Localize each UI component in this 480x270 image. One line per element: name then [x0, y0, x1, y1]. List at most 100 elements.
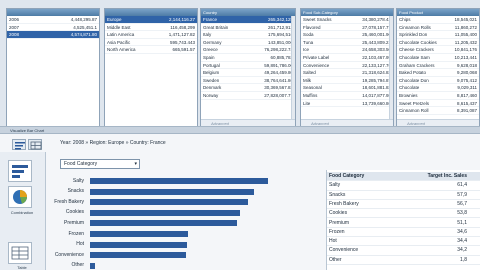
year-row[interactable]: 2006 4,448,295.87	[7, 16, 99, 24]
year-row-selected[interactable]: 2008 4,574,871.80	[7, 31, 99, 39]
bar-chart-viz-button[interactable]	[8, 160, 32, 182]
subcategory-slicer-header: Food Sub-Category	[301, 9, 393, 16]
table-icon	[11, 246, 29, 260]
country-row[interactable]: Italy 175,694,516	[201, 31, 295, 39]
country-row[interactable]: Norway 27,828,007.77	[201, 92, 295, 100]
country-row[interactable]: Denmark 30,369,567.82	[201, 84, 295, 92]
grid-icon	[30, 141, 42, 150]
region-row[interactable]: Asia Pacific 595,743.443	[105, 39, 197, 47]
product-row[interactable]: Cinnamon Rolls 11,860,272	[397, 24, 479, 32]
horizontal-bar-icon	[12, 165, 28, 178]
product-row[interactable]: Cheese Crackers 10,841,176	[397, 46, 479, 54]
category-dropdown-value: Food Category	[64, 161, 98, 167]
product-row[interactable]: Cinnamon Roll 8,391,087	[397, 107, 479, 115]
product-row[interactable]: Graham Crackers 9,628,018	[397, 62, 479, 70]
product-row[interactable]: Baked Potato 9,280,068	[397, 69, 479, 77]
subcategory-row[interactable]: Milk 19,285,794.87	[301, 77, 393, 85]
subcategory-row[interactable]: Muffins 14,017,877.98	[301, 92, 393, 100]
subcategory-row[interactable]: Convenience 22,133,127.76	[301, 62, 393, 70]
region-row[interactable]: North America 665,591.57	[105, 46, 197, 54]
table-view-toggle-button[interactable]	[28, 139, 42, 150]
table-row[interactable]: Hot 34,4	[327, 237, 480, 247]
country-row[interactable]: Sweden 38,764,641.86	[201, 77, 295, 85]
country-row[interactable]: Germany 143,851,006	[201, 39, 295, 47]
subcategory-row[interactable]: Tuna 25,443,809.21	[301, 39, 393, 47]
product-row[interactable]: Chocolate 9,029,311	[397, 84, 479, 92]
table-row[interactable]: Other 1,8	[327, 256, 480, 265]
subcategory-row[interactable]: Flavored 27,078,157.77	[301, 24, 393, 32]
subcategory-row[interactable]: Sweet Snacks 34,380,278.43	[301, 16, 393, 24]
country-row[interactable]: Belgium 49,264,459.80	[201, 69, 295, 77]
year-row[interactable]: 2007 4,525,451.1	[7, 24, 99, 32]
country-row[interactable]: Spain 60,885,782	[201, 54, 295, 62]
table-row[interactable]: Premium 51,1	[327, 219, 480, 228]
bar-label: Salty	[72, 177, 84, 184]
region-row[interactable]: Latin America 1,471,127.82	[105, 31, 197, 39]
bar-label: Hot	[76, 241, 84, 248]
product-row[interactable]: Chocolate Cookies 11,205,432	[397, 39, 479, 47]
table-cell-category: Premium	[329, 219, 350, 226]
country-row[interactable]: Great Britain 261,712,912	[201, 24, 295, 32]
product-row[interactable]: Chocolate Sam 10,213,441	[397, 54, 479, 62]
chart-view-toggle-button[interactable]	[12, 139, 26, 150]
country-row[interactable]: Greece 76,298,222.74	[201, 46, 295, 54]
product-slicer-panel: Food Product Chips 18,545,021 Cinnamon Ro…	[396, 8, 480, 128]
bar[interactable]	[90, 241, 187, 248]
bar[interactable]	[90, 262, 96, 269]
region-row-selected[interactable]: Europe 2,144,116.27	[105, 16, 197, 24]
table-cell-category: Other	[329, 256, 342, 263]
product-row[interactable]: Chips 18,545,021	[397, 16, 479, 24]
table-col-category[interactable]: Food Category	[327, 172, 413, 180]
table-cell-sales: 53,8	[457, 210, 467, 217]
combination-label: Combination	[10, 210, 34, 215]
bar[interactable]	[90, 209, 241, 216]
table-cell-category: Hot	[329, 238, 337, 245]
table-cell-category: Frozen	[329, 228, 345, 235]
country-row[interactable]: Portugal 59,891,786.00	[201, 62, 295, 70]
product-row[interactable]: Chocolate Don 9,075,412	[397, 77, 479, 85]
table-cell-sales: 34,2	[457, 247, 467, 254]
breadcrumb: Year: 2008 » Region: Europe » Country: F…	[60, 140, 166, 146]
subcategory-row[interactable]: Seasonal 18,601,881.83	[301, 84, 393, 92]
bar-label: Other	[71, 262, 84, 269]
bar[interactable]	[90, 231, 188, 237]
bar[interactable]	[90, 178, 268, 184]
product-row[interactable]: Sprinkled Don 11,055,400	[397, 31, 479, 39]
visualize-divider[interactable]: Visualize Bar Chart	[0, 126, 480, 134]
country-row-selected[interactable]: France 265,342,125	[201, 16, 295, 24]
subcategory-row[interactable]: Soda 25,460,001.96	[301, 31, 393, 39]
table-row[interactable]: Snacks 57,9	[327, 191, 480, 200]
table-viz-button[interactable]	[8, 242, 32, 264]
table-row[interactable]: Cookies 53,8	[327, 209, 480, 219]
table-row[interactable]: Frozen 34,6	[327, 228, 480, 238]
table-row[interactable]: Convenience 34,2	[327, 246, 480, 256]
region-slicer-header	[105, 9, 197, 16]
year-slicer-panel: 2006 4,448,295.87 2007 4,525,451.1 2008 4,5…	[6, 8, 100, 128]
table-cell-sales: 1,8	[460, 256, 467, 263]
subcategory-scrollbar[interactable]	[389, 16, 393, 119]
bar[interactable]	[90, 199, 249, 206]
category-dropdown[interactable]: Food Category ▾	[60, 159, 140, 169]
bar[interactable]	[90, 188, 255, 195]
table-label: Table	[17, 265, 27, 270]
bar[interactable]	[90, 220, 237, 227]
pie-chart-viz-button[interactable]	[8, 186, 32, 208]
country-slicer-header: Country	[201, 9, 295, 16]
subcategory-row[interactable]: Salted 21,318,624.83	[301, 69, 393, 77]
subcategory-row[interactable]: Private Label 22,103,467.95	[301, 54, 393, 62]
bar-label: Frozen	[68, 230, 84, 237]
subcategory-row[interactable]: Lite 13,739,660.86	[301, 100, 393, 108]
region-row[interactable]: Middle East 116,458,299	[105, 24, 197, 32]
country-scrollbar[interactable]	[291, 16, 295, 119]
table-row[interactable]: Salty 61,4	[327, 181, 480, 191]
subcategory-row[interactable]: Ice 24,658,303.50	[301, 46, 393, 54]
table-cell-sales: 57,9	[457, 191, 467, 198]
product-row[interactable]: Brownies 8,817,460	[397, 92, 479, 100]
year-slicer-header	[7, 9, 99, 16]
table-row[interactable]: Fresh Bakery 56,7	[327, 200, 480, 210]
table-col-sales[interactable]: Target Inc. Sales	[413, 172, 471, 180]
table-cell-sales: 34,4	[457, 238, 467, 245]
product-row[interactable]: Sweet Pretzels 8,615,437	[397, 100, 479, 108]
bar[interactable]	[90, 252, 186, 259]
divider-title: Visualize Bar Chart	[10, 128, 45, 133]
